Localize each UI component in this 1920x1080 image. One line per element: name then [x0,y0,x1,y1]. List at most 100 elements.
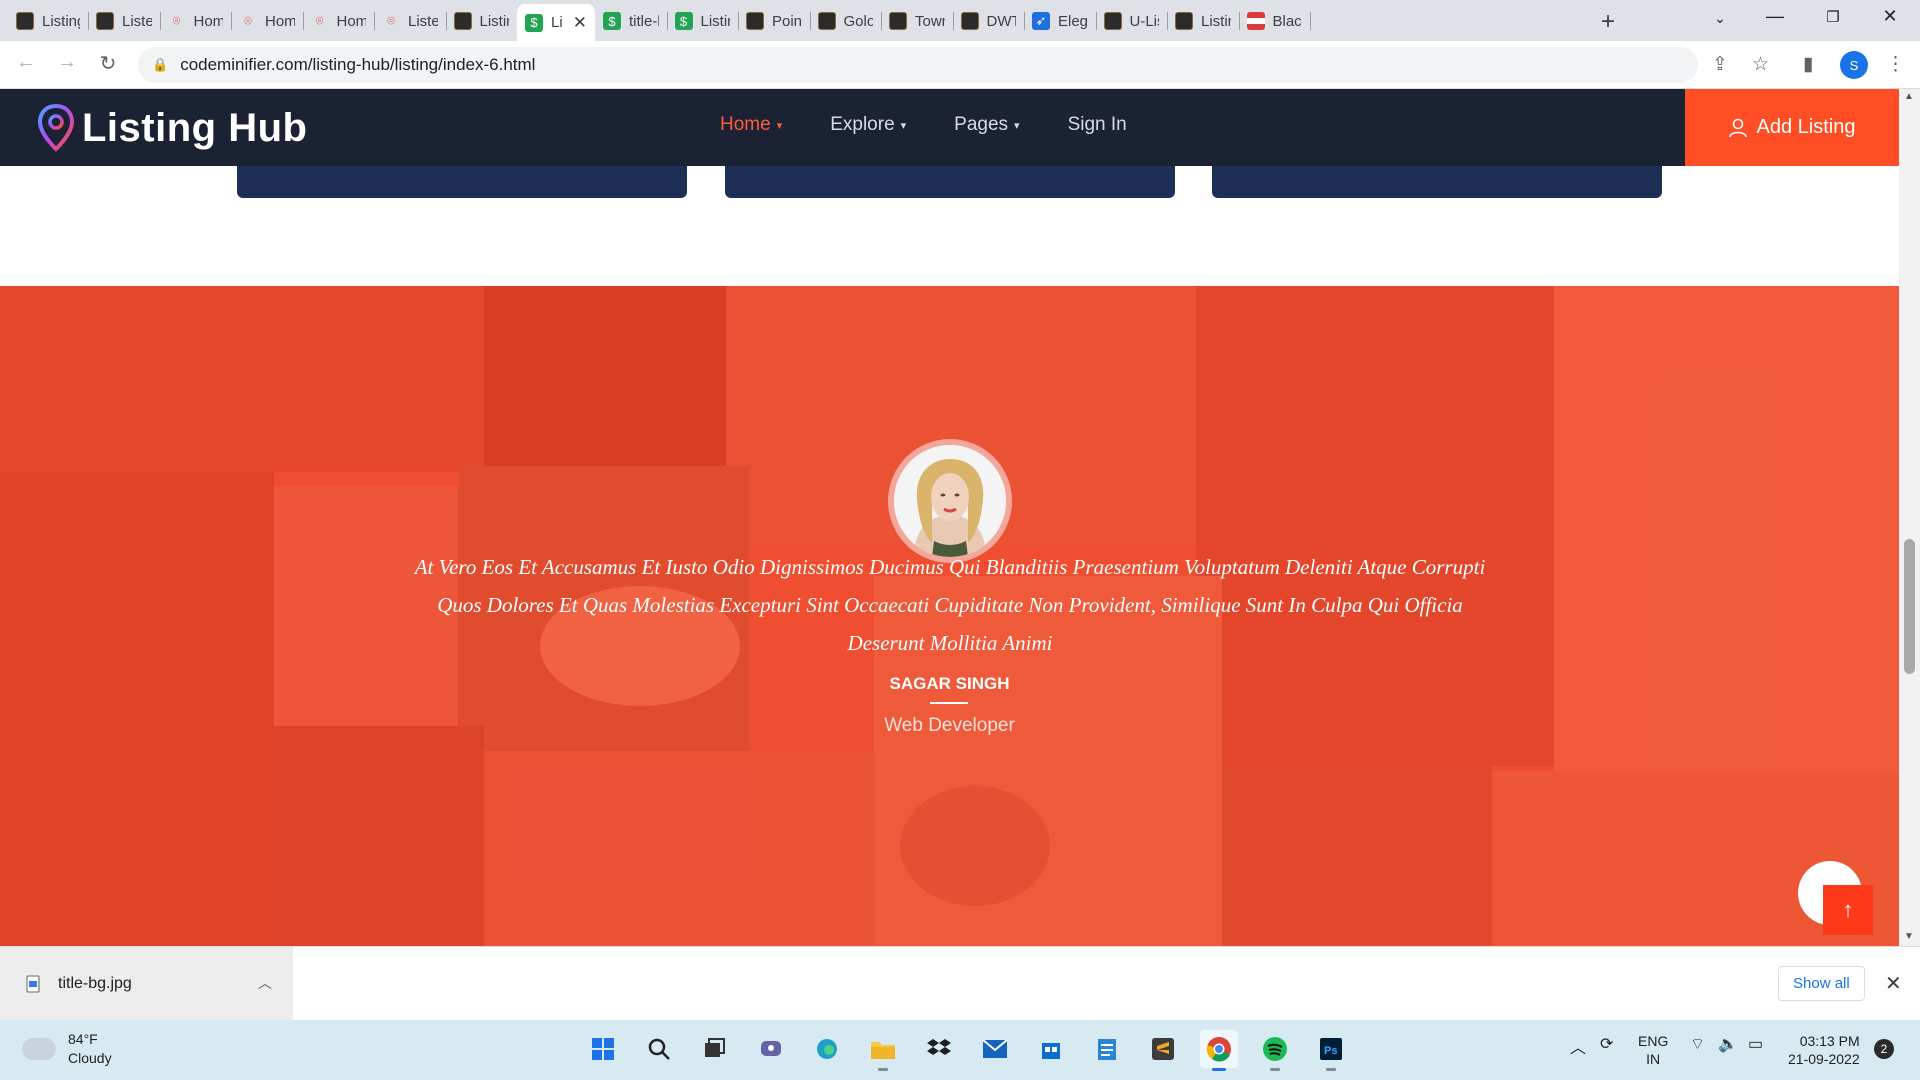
browser-tab[interactable]: Town [881,6,953,36]
browser-tab[interactable]: Listed [88,6,160,36]
listing-card-bottom[interactable] [237,166,687,198]
running-indicator [1326,1068,1336,1071]
volume-icon[interactable]: 🔈 [1718,1034,1738,1054]
browser-tab[interactable]: Golo [810,6,882,36]
tab-title: Listing [700,12,731,30]
add-listing-button[interactable]: Add Listing [1685,89,1899,166]
system-clock[interactable]: 03:13 PM 21-09-2022 [1788,1032,1860,1068]
restore-icon[interactable]: ❐ [1813,8,1853,26]
nav-sign-in[interactable]: Sign In [1068,114,1127,136]
listing-card-bottom[interactable] [725,166,1175,198]
leaf-favicon-icon: $ [674,12,693,30]
address-bar[interactable]: 🔒 codeminifier.com/listing-hub/listing/i… [138,47,1698,83]
sublime-text-icon[interactable] [1144,1030,1182,1068]
browser-tab[interactable]: $ Li ✕ [517,4,595,41]
scrollbar-thumb[interactable] [1904,539,1915,674]
edge-browser-icon[interactable] [808,1030,846,1068]
close-window-icon[interactable]: ✕ [1870,6,1910,27]
close-tab-icon[interactable]: ✕ [573,13,587,33]
page-scrollbar[interactable]: ▲ ▼ [1899,89,1920,946]
search-icon[interactable] [640,1030,678,1068]
browser-tab[interactable]: DWT [953,6,1025,36]
download-item[interactable]: title-bg.jpg [0,947,293,1021]
side-panel-icon[interactable]: ▮ [1803,53,1813,76]
running-indicator [1270,1068,1280,1071]
arrow-up-icon: ↑ [1842,897,1854,922]
site-logo[interactable]: Listing Hub [36,103,307,153]
notification-badge[interactable]: 2 [1874,1039,1894,1059]
wifi-icon[interactable]: ⌔ [1690,1034,1705,1054]
testimonial-section: At Vero Eos Et Accusamus Et Iusto Odio D… [0,286,1899,946]
browser-tab[interactable]: ⌾ Home [231,6,303,36]
listing-card-bottom[interactable] [1212,166,1662,198]
browser-tab[interactable]: U-List [1096,6,1168,36]
browser-tab[interactable]: ⌾ Home [160,6,232,36]
task-view-icon[interactable] [696,1030,734,1068]
dropbox-icon[interactable] [920,1030,958,1068]
tab-title: Home [336,12,367,30]
browser-tab[interactable]: ⌾ Listed [374,6,446,36]
reload-icon[interactable]: ↻ [94,51,122,76]
browser-tab[interactable]: Listing [446,6,518,36]
running-indicator [878,1068,888,1071]
bookmark-star-icon[interactable]: ☆ [1752,53,1769,76]
map-pin-favicon-icon: ⌾ [315,13,324,28]
notepad-icon[interactable] [1088,1030,1126,1068]
browser-tab[interactable]: Black [1239,6,1311,36]
profile-avatar[interactable]: S [1840,51,1868,79]
language-code: ENG [1638,1033,1669,1049]
url-text[interactable]: codeminifier.com/listing-hub/listing/ind… [180,55,535,75]
windows-start-icon[interactable] [584,1030,622,1068]
browser-tab[interactable]: ➶ Elega [1024,6,1096,36]
document-favicon-icon [16,12,34,30]
forward-icon[interactable]: → [53,51,81,74]
teams-chat-icon[interactable] [752,1030,790,1068]
back-icon[interactable]: ← [12,51,40,74]
scroll-up-arrow-icon[interactable]: ▲ [1904,91,1914,102]
tab-title: Golo [843,12,874,30]
close-download-bar-icon[interactable]: ✕ [1885,971,1902,996]
svg-text:Ps: Ps [1324,1045,1337,1057]
document-favicon-icon [1103,12,1122,30]
browser-tab[interactable]: $ title-b [595,6,667,36]
tab-title: Pointi [772,12,802,30]
sync-icon[interactable]: ⟳ [1600,1034,1613,1054]
minimize-icon[interactable]: — [1755,6,1795,27]
show-all-button[interactable]: Show all [1778,966,1865,1001]
language-indicator[interactable]: ENG IN [1638,1032,1668,1068]
chevron-up-icon[interactable]: ︿ [258,973,272,993]
tab-search-icon[interactable]: ⌄ [1700,10,1740,27]
tray-overflow-chevron-icon[interactable]: ︿ [1570,1034,1586,1058]
tab-title: U-List [1129,12,1160,30]
tab-title: Listin [1201,12,1231,30]
file-explorer-icon[interactable] [864,1030,902,1071]
chevron-down-icon: ▾ [900,119,907,132]
battery-icon[interactable]: ▭ [1748,1034,1763,1054]
nav-explore[interactable]: Explore ▾ [830,114,906,136]
store-icon[interactable] [1032,1030,1070,1068]
browser-tab[interactable]: Listin [1167,6,1239,36]
share-icon[interactable]: ⇪ [1712,53,1728,76]
testimonial-name: SAGAR SINGH [889,674,1010,693]
nav-home-label: Home [720,114,771,135]
nav-pages[interactable]: Pages ▾ [954,114,1019,136]
testimonial-role: Web Developer [884,715,1015,736]
browser-tab[interactable]: Pointi [738,6,810,36]
nav-home[interactable]: Home ▾ [720,114,782,136]
cloud-icon [22,1038,56,1060]
weather-widget[interactable]: 84°F Cloudy [22,1030,112,1068]
browser-tab[interactable]: ⌾ Home [303,6,375,36]
browser-tab[interactable]: Listing [8,6,88,36]
spotify-icon[interactable] [1256,1030,1294,1071]
mail-icon[interactable] [976,1030,1014,1068]
chrome-icon[interactable] [1200,1030,1238,1071]
browser-tab[interactable]: $ Listing [667,6,739,36]
image-file-icon [26,975,40,993]
new-tab-button[interactable]: + [1601,8,1615,36]
menu-kebab-icon[interactable]: ⋮ [1886,53,1905,76]
tab-title: DWT [986,12,1017,30]
clock-date: 21-09-2022 [1788,1051,1860,1067]
photoshop-icon[interactable]: Ps [1312,1030,1350,1071]
scroll-down-arrow-icon[interactable]: ▼ [1904,931,1914,942]
scroll-to-top-button[interactable]: ↑ [1823,885,1873,935]
